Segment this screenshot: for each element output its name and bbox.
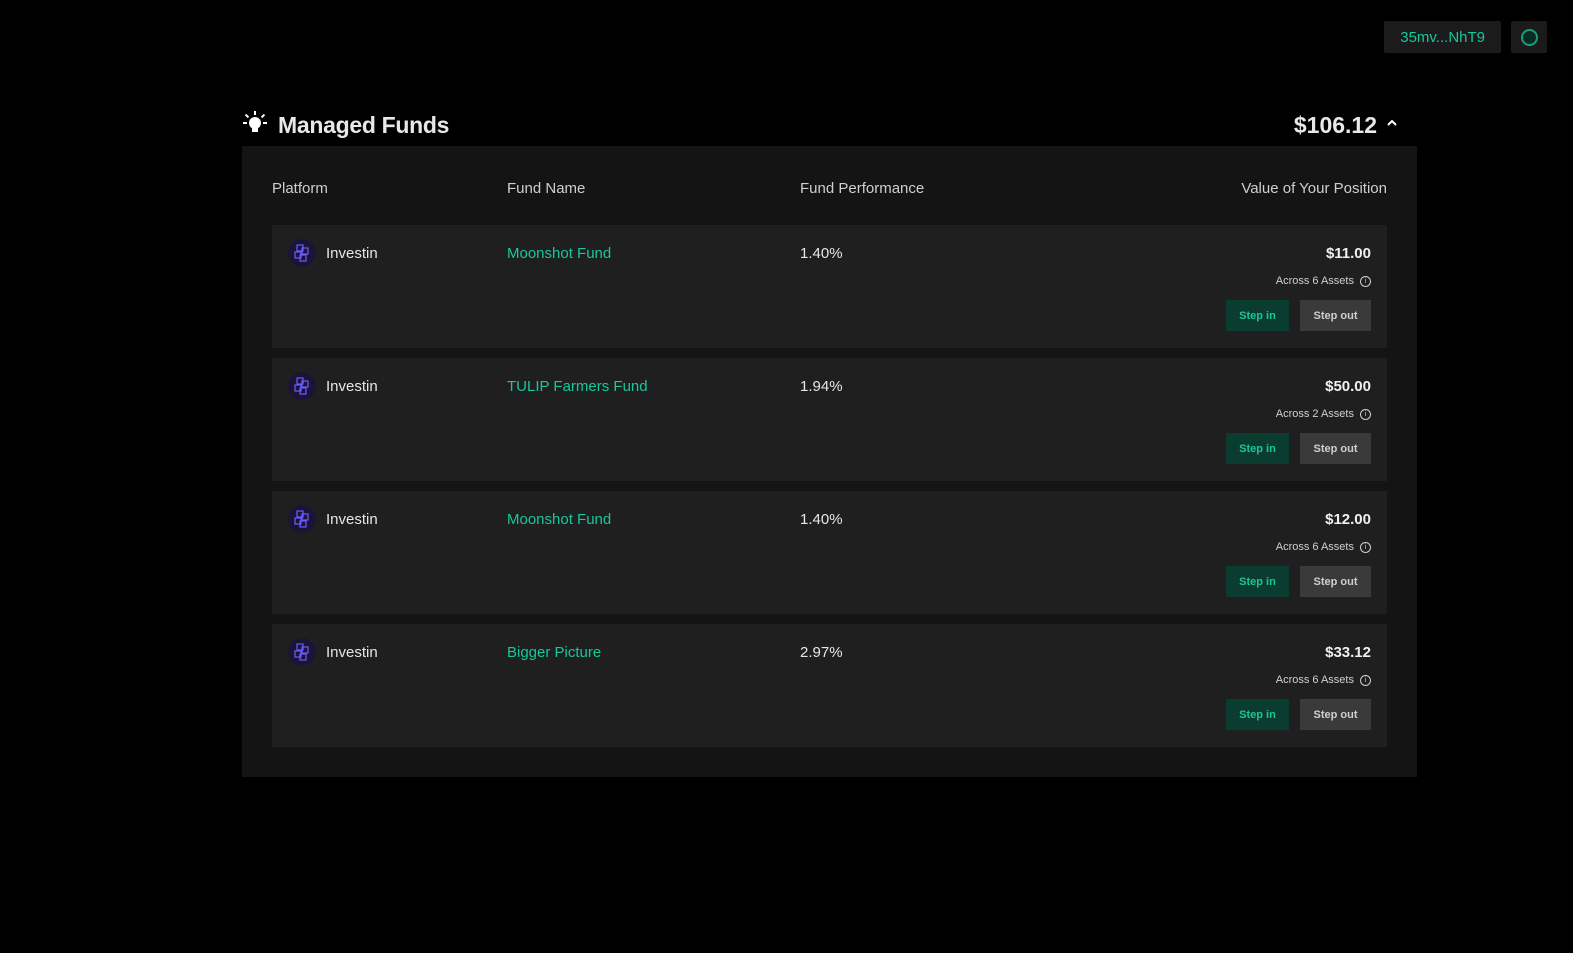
row-actions: Step in Step out	[1226, 566, 1371, 597]
total-value: $106.12	[1293, 111, 1377, 138]
step-out-button[interactable]: Step out	[1300, 300, 1371, 331]
fund-name-link[interactable]: TULIP Farmers Fund	[507, 378, 800, 395]
assets-count: Across 6 Assets i	[1276, 541, 1371, 553]
row-actions: Step in Step out	[1226, 699, 1371, 730]
info-icon[interactable]: i	[1360, 408, 1371, 420]
column-header-value: Value of Your Position	[1241, 179, 1387, 197]
table-body: Investin Moonshot Fund 1.40% $11.00 Acro…	[272, 225, 1387, 747]
platform-cell: Investin	[288, 638, 507, 666]
fund-name-link[interactable]: Bigger Picture	[507, 644, 800, 661]
table-row: Investin Bigger Picture 2.97% $33.12 Acr…	[272, 624, 1387, 747]
fund-performance: 1.40%	[800, 510, 843, 528]
managed-funds-section: Managed Funds $106.12 Platform Fund Name…	[242, 104, 1417, 777]
assets-label: Across 2 Assets	[1275, 408, 1354, 420]
table-row: Investin TULIP Farmers Fund 1.94% $50.00…	[272, 358, 1387, 481]
assets-count: Across 6 Assets i	[1276, 275, 1371, 287]
column-header-performance: Fund Performance	[800, 179, 925, 197]
section-title-wrap: Managed Funds	[242, 110, 449, 141]
fund-performance: 1.40%	[800, 244, 843, 262]
position-value: $11.00	[1325, 244, 1371, 262]
column-header-fund-name: Fund Name	[507, 179, 586, 197]
funds-table: Platform Fund Name Fund Performance Valu…	[242, 146, 1417, 777]
position-value: $12.00	[1325, 510, 1371, 528]
step-in-button[interactable]: Step in	[1226, 566, 1289, 597]
row-actions: Step in Step out	[1226, 300, 1371, 331]
step-out-button[interactable]: Step out	[1300, 566, 1371, 597]
platform-name: Investin	[326, 510, 378, 528]
platform-cell: Investin	[288, 505, 507, 533]
investin-logo-icon	[288, 638, 316, 666]
wallet-address-button[interactable]: 35mv...NhT9	[1384, 21, 1501, 53]
row-actions: Step in Step out	[1226, 433, 1371, 464]
fund-performance: 1.94%	[800, 377, 843, 395]
lightbulb-icon	[242, 110, 268, 141]
assets-label: Across 6 Assets	[1275, 275, 1354, 287]
table-header: Platform Fund Name Fund Performance Valu…	[272, 171, 1387, 205]
top-bar: 35mv...NhT9	[1384, 21, 1547, 53]
section-header: Managed Funds $106.12	[242, 104, 1417, 146]
column-header-platform: Platform	[272, 179, 328, 197]
fund-performance: 2.97%	[800, 643, 843, 661]
table-row: Investin Moonshot Fund 1.40% $12.00 Acro…	[272, 491, 1387, 614]
investin-logo-icon	[288, 239, 316, 267]
chevron-up-icon	[1385, 116, 1399, 135]
platform-name: Investin	[326, 377, 378, 395]
step-in-button[interactable]: Step in	[1226, 433, 1289, 464]
info-icon[interactable]: i	[1360, 674, 1371, 686]
step-in-button[interactable]: Step in	[1226, 300, 1289, 331]
assets-label: Across 6 Assets	[1275, 541, 1354, 553]
assets-count: Across 6 Assets i	[1276, 674, 1371, 686]
assets-label: Across 6 Assets	[1275, 674, 1354, 686]
page-title: Managed Funds	[278, 111, 450, 138]
step-in-button[interactable]: Step in	[1226, 699, 1289, 730]
avatar-ring-icon	[1520, 28, 1538, 46]
assets-count: Across 2 Assets i	[1276, 408, 1371, 420]
step-out-button[interactable]: Step out	[1300, 699, 1371, 730]
platform-cell: Investin	[288, 372, 507, 400]
info-icon[interactable]: i	[1360, 541, 1371, 553]
platform-name: Investin	[326, 643, 378, 661]
avatar-button[interactable]	[1511, 21, 1547, 53]
fund-name-link[interactable]: Moonshot Fund	[507, 245, 800, 262]
investin-logo-icon	[288, 372, 316, 400]
table-row: Investin Moonshot Fund 1.40% $11.00 Acro…	[272, 225, 1387, 348]
platform-cell: Investin	[288, 239, 507, 267]
investin-logo-icon	[288, 505, 316, 533]
info-icon[interactable]: i	[1360, 275, 1371, 287]
fund-name-link[interactable]: Moonshot Fund	[507, 511, 800, 528]
total-toggle[interactable]: $106.12	[1294, 112, 1417, 139]
position-value: $33.12	[1325, 643, 1371, 661]
step-out-button[interactable]: Step out	[1300, 433, 1371, 464]
platform-name: Investin	[326, 244, 378, 262]
position-value: $50.00	[1325, 377, 1371, 395]
